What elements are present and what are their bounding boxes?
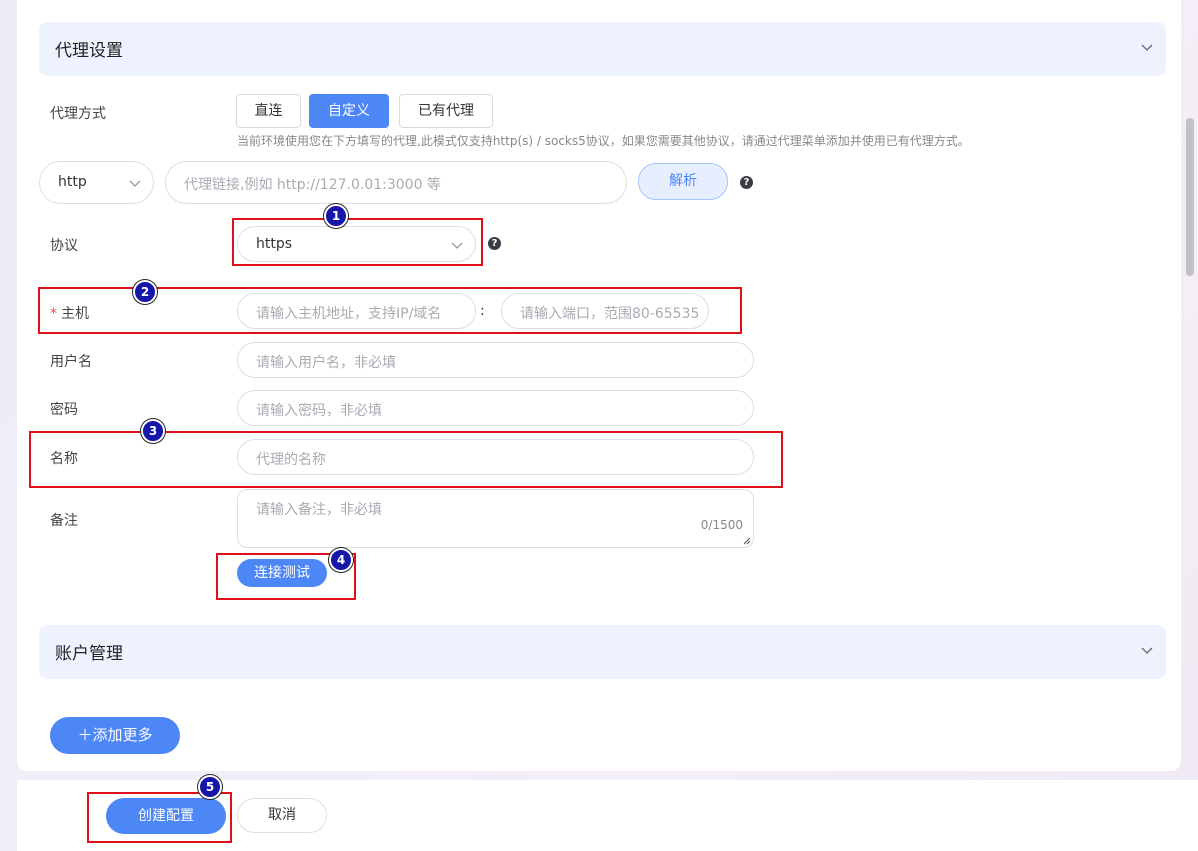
- help-icon[interactable]: ?: [488, 237, 501, 250]
- proxy-method-custom[interactable]: 自定义: [309, 94, 389, 128]
- annotation-badge-2: 2: [133, 280, 157, 304]
- remark-textarea-placeholder: 请输入备注，非必填: [256, 502, 382, 518]
- remark-label: 备注: [50, 513, 78, 529]
- proxy-settings-title: 代理设置: [55, 41, 123, 61]
- highlight-box-name: [29, 431, 783, 488]
- annotation-badge-4: 4: [329, 548, 353, 572]
- proxy-link-input[interactable]: 代理链接,例如 http://127.0.01:3000 等: [165, 161, 627, 204]
- proxy-method-label: 代理方式: [50, 106, 106, 122]
- remark-char-counter: 0/1500: [700, 518, 743, 532]
- annotation-badge-1: 1: [324, 204, 348, 228]
- highlight-box-protocol: [232, 218, 483, 266]
- account-management-title: 账户管理: [55, 644, 123, 664]
- proxy-link-placeholder: 代理链接,例如 http://127.0.01:3000 等: [184, 177, 441, 193]
- chevron-down-icon: [129, 180, 141, 187]
- scheme-select-value: http: [58, 174, 87, 190]
- username-input-placeholder: 请输入用户名，非必填: [256, 355, 396, 371]
- chevron-down-icon: [1141, 647, 1153, 654]
- scheme-select[interactable]: http: [39, 161, 154, 204]
- proxy-method-existing[interactable]: 已有代理: [399, 94, 493, 128]
- add-more-button[interactable]: ＋添加更多: [50, 717, 180, 754]
- proxy-settings-header[interactable]: 代理设置: [39, 22, 1166, 76]
- account-management-header[interactable]: 账户管理: [39, 625, 1166, 679]
- password-label: 密码: [50, 402, 78, 418]
- proxy-method-hint: 当前环境使用您在下方填写的代理,此模式仅支持http(s) / socks5协议…: [237, 134, 970, 148]
- username-label: 用户名: [50, 354, 92, 370]
- annotation-badge-5: 5: [198, 775, 222, 799]
- annotation-badge-3: 3: [141, 419, 165, 443]
- parse-button[interactable]: 解析: [638, 163, 728, 200]
- help-icon[interactable]: ?: [740, 176, 753, 189]
- password-input[interactable]: 请输入密码，非必填: [237, 390, 754, 426]
- proxy-method-direct[interactable]: 直连: [236, 94, 301, 128]
- remark-textarea[interactable]: 请输入备注，非必填 0/1500: [237, 489, 754, 548]
- scrollbar-thumb[interactable]: [1186, 118, 1194, 276]
- highlight-box-create: [87, 792, 232, 843]
- protocol-label: 协议: [50, 238, 78, 254]
- password-input-placeholder: 请输入密码，非必填: [256, 403, 382, 419]
- cancel-button[interactable]: 取消: [237, 798, 327, 833]
- chevron-down-icon: [1141, 44, 1153, 51]
- username-input[interactable]: 请输入用户名，非必填: [237, 342, 754, 378]
- resize-grip-icon[interactable]: [743, 537, 751, 545]
